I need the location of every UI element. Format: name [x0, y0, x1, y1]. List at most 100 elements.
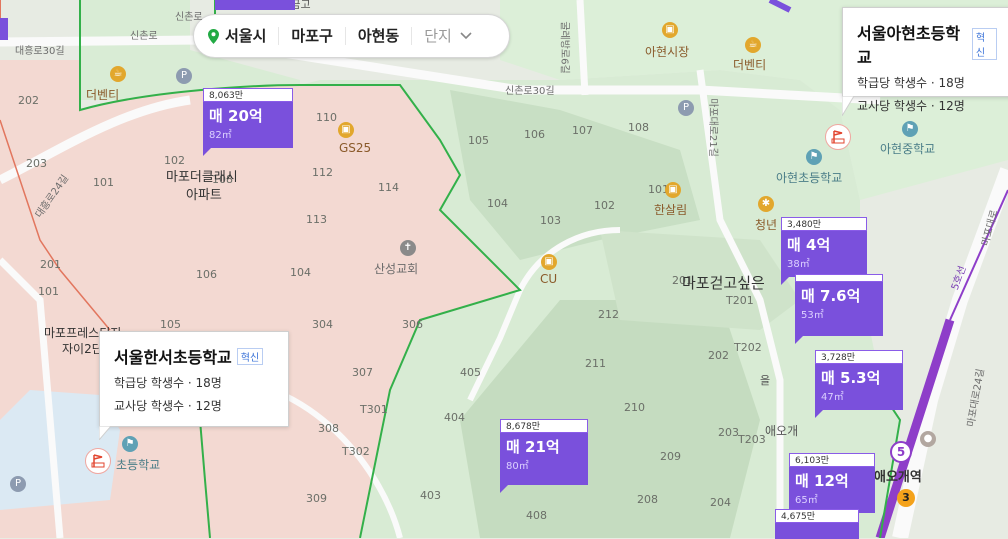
- shopping-bag-icon: ▣: [662, 22, 678, 38]
- apt-name-label: 자이2단: [62, 342, 103, 356]
- school-label: 아현초등학교: [776, 171, 843, 185]
- poi-market[interactable]: ▣: [662, 22, 678, 38]
- area-size: 65㎡: [795, 495, 818, 506]
- apt-name-label: 마포더클래시: [166, 170, 238, 185]
- subway-line-3-icon[interactable]: 3: [897, 489, 915, 507]
- innovation-badge: 혁신: [971, 28, 997, 60]
- location-pin-icon: [208, 28, 219, 44]
- price-marker-body: [775, 523, 859, 539]
- price-marker-body: 매 4억 38㎡: [781, 231, 867, 277]
- block-number: 101: [38, 285, 59, 298]
- crumb-complex[interactable]: 단지: [411, 27, 484, 45]
- block-number: 105: [468, 134, 489, 147]
- area-size: 47㎡: [821, 392, 844, 403]
- parking-icon: P: [176, 68, 192, 84]
- block-number: 110: [316, 111, 337, 124]
- cafe-icon: ●: [920, 431, 936, 447]
- subway-line-5-icon[interactable]: 5: [890, 441, 912, 463]
- school-popup-title: 서울한서초등학교 혁신: [114, 344, 274, 368]
- station-area-label: 애오개: [765, 424, 799, 438]
- school-info-popup[interactable]: 서울한서초등학교 혁신 학급당 학생수 · 18명 교사당 학생수 · 12명: [99, 331, 289, 427]
- price-per-pyeong: 6,103만: [789, 453, 875, 467]
- price-marker[interactable]: 6,103만 매 12억 65㎡: [789, 453, 875, 513]
- shopping-bag-icon: ▣: [665, 182, 681, 198]
- price-marker-edge[interactable]: [0, 18, 8, 40]
- sale-price: 매 7.6억: [801, 287, 861, 305]
- block-number: T201: [726, 294, 754, 307]
- price-marker[interactable]: 8,063만 매 20억 82㎡: [203, 88, 293, 156]
- parking-icon: P: [678, 100, 694, 116]
- popup-pointer: [99, 426, 112, 440]
- poi-venti2[interactable]: ☕: [745, 37, 761, 53]
- price-per-pyeong: 3,728만: [815, 350, 903, 364]
- poi-cu[interactable]: ▣: [541, 254, 557, 270]
- school-icon[interactable]: ⚑: [122, 436, 138, 452]
- parking-icon: P: [10, 476, 26, 492]
- price-marker-body: 매 12억 65㎡: [789, 467, 875, 513]
- poi-venti2-label: 더벤티: [733, 58, 767, 72]
- apt-name-label: 아파트: [186, 188, 222, 203]
- block-number: 404: [444, 411, 465, 424]
- poi-market-label: 아현시장: [645, 45, 690, 59]
- road-label: 굴레방로6길: [558, 21, 570, 74]
- poi-cheongnyeon: 청년: [755, 218, 778, 232]
- school-building-icon: ⚑: [122, 436, 138, 452]
- school-flag-icon: [831, 130, 845, 144]
- price-marker-body: 매 20억 82㎡: [203, 102, 293, 148]
- block-number: T302: [342, 445, 370, 458]
- sale-price: 매 20억: [209, 107, 263, 125]
- price-marker[interactable]: 3,728만 매 5.3억 47㎡: [815, 350, 903, 418]
- block-number: 105: [160, 318, 181, 331]
- block-number: 203: [26, 157, 47, 170]
- marker-tail: [795, 336, 803, 344]
- area-size: 82㎡: [209, 130, 232, 141]
- fork-knife-icon: ✱: [758, 196, 774, 212]
- school-label: 아현중학교: [880, 142, 936, 156]
- poi-church[interactable]: ✝: [400, 240, 416, 256]
- block-number: 212: [598, 308, 619, 321]
- price-marker[interactable]: 8,678만 매 21억 80㎡: [500, 419, 588, 493]
- block-number: T203: [738, 433, 766, 446]
- block-number: 309: [306, 492, 327, 505]
- block-number: 102: [594, 199, 615, 212]
- school-icon[interactable]: ⚑: [806, 149, 822, 165]
- poi-gs25[interactable]: ▣: [338, 122, 354, 138]
- school-icon[interactable]: ⚑: [902, 121, 918, 137]
- crumb-district[interactable]: 마포구: [278, 27, 344, 45]
- school-info-popup[interactable]: 서울아현초등학교 혁신 학급당 학생수 · 18명 교사당 학생수 · 12명: [842, 7, 1008, 113]
- marker-tail: [781, 277, 789, 285]
- price-marker[interactable]: 매 7.6억 53㎡: [795, 274, 883, 344]
- road-label: 마포대로21길: [706, 98, 718, 157]
- block-number: 202: [708, 349, 729, 362]
- block-number: 114: [378, 181, 399, 194]
- area-size: 53㎡: [801, 310, 824, 321]
- poi-venti1-label: 더벤티: [86, 88, 120, 102]
- poi-hansalim[interactable]: ▣: [665, 182, 681, 198]
- block-number: 112: [312, 166, 333, 179]
- station-label: 애오개역: [874, 470, 922, 485]
- block-number: 103: [540, 214, 561, 227]
- map-canvas[interactable]: 서울시 마포구 아현동 단지 신촌로 신촌로 대흥로30길 신촌로30길 대흥로…: [0, 0, 1008, 539]
- crumb-dong[interactable]: 아현동: [344, 27, 411, 45]
- crumb-city[interactable]: 서울시: [219, 27, 278, 45]
- school-marker-icon[interactable]: [825, 124, 851, 150]
- school-name: 서울한서초등학교: [114, 348, 232, 367]
- sale-price: 매 5.3억: [821, 369, 881, 387]
- place-label: 을: [760, 374, 771, 387]
- block-number: 104: [290, 266, 311, 279]
- price-marker-edge[interactable]: [215, 0, 295, 10]
- class-ratio: 학급당 학생수 · 18명: [114, 376, 222, 390]
- coffee-cup-icon: ☕: [745, 37, 761, 53]
- sale-price: 매 4억: [787, 236, 831, 254]
- region-breadcrumb[interactable]: 서울시 마포구 아현동 단지: [193, 14, 510, 58]
- school-building-icon: ⚑: [902, 121, 918, 137]
- poi-restaurant[interactable]: ✱: [758, 196, 774, 212]
- class-ratio: 학급당 학생수 · 18명: [857, 76, 965, 90]
- road-label: 대흥로30길: [15, 46, 65, 57]
- school-marker-icon[interactable]: [85, 448, 111, 474]
- block-number: 202: [18, 94, 39, 107]
- price-marker[interactable]: 4,675만: [775, 509, 859, 539]
- poi-venti1[interactable]: ☕: [110, 66, 126, 82]
- block-number: 211: [585, 357, 606, 370]
- price-per-pyeong: [795, 274, 883, 282]
